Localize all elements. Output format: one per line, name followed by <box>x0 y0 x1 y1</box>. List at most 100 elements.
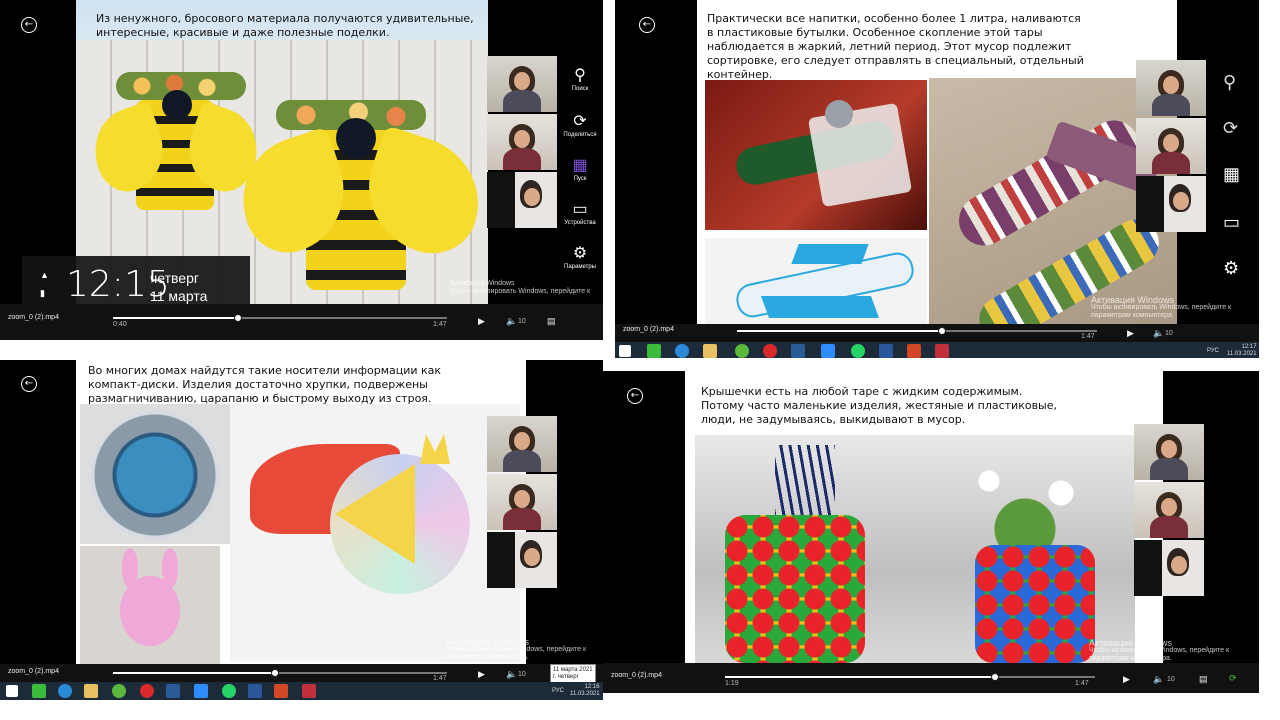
participant-video[interactable] <box>1134 424 1204 480</box>
back-arrow-icon[interactable]: ← <box>639 17 655 33</box>
volume-icon[interactable]: 🔈 <box>506 669 517 680</box>
powerpoint-icon[interactable] <box>907 344 921 358</box>
play-icon[interactable]: ▶ <box>478 316 485 327</box>
charms-bar: ⚲ Поиск ⟳ Поделиться ▦ Пуск ▭ Устройства ⚙ Па… <box>557 0 603 300</box>
participant-video[interactable] <box>487 56 557 112</box>
search-icon[interactable]: ⚲ <box>1223 72 1236 93</box>
powerpoint-icon[interactable] <box>274 684 288 698</box>
charm-search[interactable]: ⚲ Поиск <box>558 66 602 92</box>
participant-video[interactable] <box>1134 482 1204 538</box>
gear-icon[interactable]: ⚙ <box>1223 258 1239 279</box>
participant-video[interactable] <box>1136 60 1206 116</box>
signal-icon: ▲ <box>40 270 49 280</box>
participant-video[interactable] <box>487 416 557 472</box>
seek-handle[interactable] <box>234 314 242 322</box>
zoom-icon[interactable] <box>194 684 208 698</box>
play-icon[interactable]: ▶ <box>1127 328 1134 339</box>
volume-level: 10 <box>518 318 526 325</box>
ie-icon[interactable] <box>675 344 689 358</box>
windows-start-icon[interactable]: ▦ <box>1223 164 1240 185</box>
devices-icon: ▭ <box>572 201 588 218</box>
share-icon[interactable]: ⟳ <box>1223 118 1238 139</box>
bottle-caps-photo <box>695 435 1135 663</box>
opera-icon[interactable] <box>763 344 777 358</box>
cd-rooster-photo <box>230 404 520 662</box>
tray-clock[interactable]: 12:17 11.03.2021 <box>1227 344 1257 358</box>
activation-watermark: Активация Windows Чтобы активировать Wind… <box>450 280 591 295</box>
back-arrow-icon[interactable]: ← <box>21 376 37 392</box>
volume-icon[interactable]: 🔈 <box>1153 328 1164 339</box>
file-name: zoom_0 (2).mp4 <box>611 672 662 679</box>
slideshow-icon[interactable] <box>935 344 949 358</box>
start-icon[interactable] <box>619 345 631 357</box>
slide-caption: Во многих домах найдутся такие носители … <box>88 364 442 405</box>
volume-icon[interactable]: 🔈 <box>1153 674 1164 685</box>
media-player-icon[interactable] <box>791 344 805 358</box>
seek-progress <box>737 330 942 332</box>
video-controls: zoom_0 (2).mp4 1:19 1:47 ▶ 🔈 10 ▤ ⟳ <box>603 663 1259 693</box>
file-name: zoom_0 (2).mp4 <box>623 326 674 333</box>
bottom-left-panel: ← Во многих домах найдутся такие носител… <box>0 360 603 700</box>
seek-handle[interactable] <box>991 673 999 681</box>
participant-thumbnails <box>487 416 557 590</box>
participant-video[interactable] <box>1134 540 1204 596</box>
participant-video[interactable] <box>1136 176 1206 232</box>
seek-handle[interactable] <box>938 327 946 335</box>
participant-video[interactable] <box>487 532 557 588</box>
opera-icon[interactable] <box>140 684 154 698</box>
play-icon[interactable]: ▶ <box>1123 674 1130 685</box>
bottle-plane-photo <box>705 80 927 230</box>
zoom-icon[interactable] <box>821 344 835 358</box>
charm-devices[interactable]: ▭ Устройства <box>558 200 602 226</box>
cd-clock-photo <box>80 404 230 544</box>
captions-icon[interactable]: ▤ <box>1199 674 1208 685</box>
captions-icon[interactable]: ▤ <box>547 316 556 327</box>
whatsapp-icon[interactable] <box>222 684 236 698</box>
charm-start[interactable]: ▦ Пуск <box>558 156 602 182</box>
torrent-icon[interactable] <box>112 684 126 698</box>
seek-handle[interactable] <box>271 669 279 677</box>
tray-clock[interactable]: 12:16 11.03.2021 <box>570 684 600 698</box>
refresh-icon[interactable]: ⟳ <box>1229 673 1237 684</box>
tray-language[interactable]: РУС <box>1207 348 1219 355</box>
devices-icon[interactable]: ▭ <box>1223 212 1240 233</box>
participant-video[interactable] <box>487 474 557 530</box>
bottom-right-panel: ← Крышечки есть на любой таре с жидким с… <box>603 371 1259 693</box>
start-icon[interactable] <box>6 685 18 697</box>
clock-day: четверг <box>150 270 199 286</box>
taskbar: РУС 12:17 11.03.2021 <box>615 342 1259 358</box>
top-left-panel: ← Из ненужного, бросового материала полу… <box>0 0 603 340</box>
charm-share[interactable]: ⟳ Поделиться <box>558 112 602 138</box>
whatsapp-icon[interactable] <box>851 344 865 358</box>
app-green-icon[interactable] <box>647 344 661 358</box>
back-arrow-icon[interactable]: ← <box>627 388 643 404</box>
file-name: zoom_0 (2).mp4 <box>8 668 59 675</box>
seek-progress <box>725 676 995 678</box>
slideshow-icon[interactable] <box>302 684 316 698</box>
slide-caption: Крышечки есть на любой таре с жидким сод… <box>701 385 1058 426</box>
ie-icon[interactable] <box>58 684 72 698</box>
participant-video[interactable] <box>1136 118 1206 174</box>
explorer-icon[interactable] <box>703 344 717 358</box>
slide-caps: Крышечки есть на любой таре с жидким сод… <box>685 371 1163 663</box>
blue-plane-photo <box>705 238 927 324</box>
tray-language[interactable]: РУС <box>552 688 564 695</box>
participant-video[interactable] <box>487 114 557 170</box>
media-player-icon[interactable] <box>166 684 180 698</box>
time-total: 1:47 <box>433 675 447 682</box>
slide-caption: Практически все напитки, особенно более … <box>707 12 1084 81</box>
app-green-icon[interactable] <box>32 684 46 698</box>
volume-level: 10 <box>1167 676 1175 683</box>
charm-settings[interactable]: ⚙ Параметры <box>558 244 602 270</box>
play-icon[interactable]: ▶ <box>478 669 485 680</box>
volume-icon[interactable]: 🔈 <box>506 316 517 327</box>
back-arrow-icon[interactable]: ← <box>21 17 37 33</box>
explorer-icon[interactable] <box>84 684 98 698</box>
torrent-icon[interactable] <box>735 344 749 358</box>
seek-progress <box>113 317 238 319</box>
slide-caption: Из ненужного, бросового материала получа… <box>96 12 474 39</box>
word-icon[interactable] <box>879 344 893 358</box>
time-total: 1:47 <box>1075 680 1089 687</box>
word-icon[interactable] <box>248 684 262 698</box>
participant-video[interactable] <box>487 172 557 228</box>
